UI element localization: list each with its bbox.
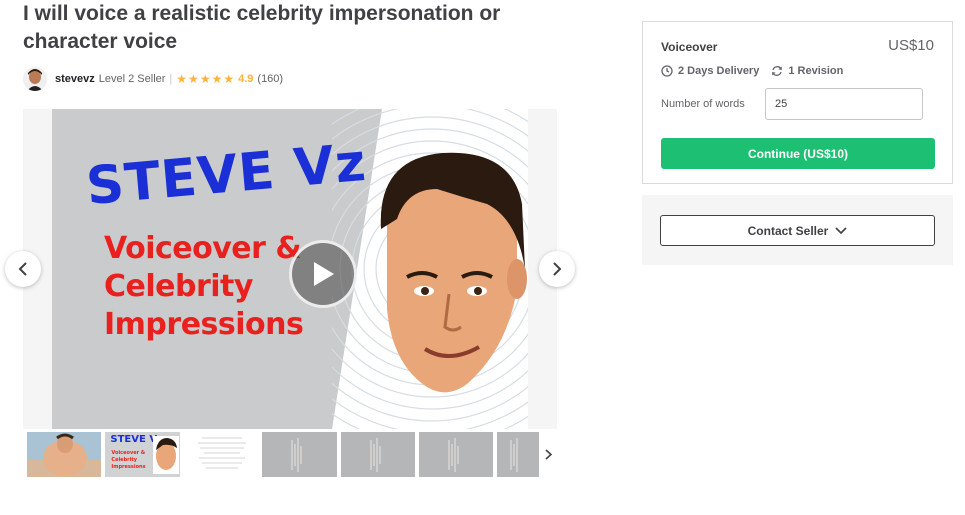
words-label: Number of words — [661, 98, 745, 110]
thumbnail-audio-3[interactable] — [419, 432, 494, 477]
divider: | — [169, 73, 173, 85]
thumbnail-audio-1[interactable] — [262, 432, 337, 477]
thumbnails-next-button[interactable] — [539, 432, 557, 477]
contact-seller-label: Contact Seller — [747, 223, 829, 238]
star-icon: ★ — [188, 72, 199, 86]
thumbnail-audio-2[interactable] — [340, 432, 416, 477]
review-count[interactable]: (160) — [257, 73, 283, 85]
seller-avatar[interactable] — [23, 67, 47, 91]
play-icon — [314, 262, 334, 286]
play-video-button[interactable] — [289, 240, 357, 308]
thumbnail-document[interactable] — [183, 432, 259, 477]
continue-button[interactable]: Continue (US$10) — [661, 138, 935, 169]
gig-gallery: STEVE Vz Voiceover & Celebrity Impressio… — [23, 109, 557, 429]
rating-score: 4.9 — [238, 73, 254, 85]
seller-overview: stevevz Level 2 Seller | ★ ★ ★ ★ ★ 4.9 (… — [23, 66, 283, 92]
package-order-card: Voiceover US$10 2 Days Delivery 1 Revisi… — [642, 21, 953, 184]
gig-title: I will voice a realistic celebrity imper… — [23, 2, 501, 53]
chevron-down-icon — [835, 226, 847, 235]
rating-stars: ★ ★ ★ ★ ★ — [176, 73, 235, 85]
refresh-icon — [771, 65, 783, 77]
chevron-right-icon — [553, 262, 562, 276]
slide-line-celebrity: Celebrity — [104, 269, 253, 304]
package-price: US$10 — [888, 37, 934, 54]
slide-line-impressions: Impressions — [104, 307, 304, 342]
slide-heading: STEVE Vz — [83, 132, 369, 218]
thumb-line-celebrity: Celebrity — [111, 457, 137, 463]
contact-seller-button[interactable]: Contact Seller — [660, 215, 935, 246]
gallery-slide[interactable]: STEVE Vz Voiceover & Celebrity Impressio… — [52, 109, 528, 429]
gallery-thumbnails: STEVE Vz Voiceover & Celebrity Impressio… — [23, 432, 557, 478]
seller-level: Level 2 Seller — [98, 73, 166, 85]
thumb-line-impressions: Impressions — [111, 464, 146, 470]
number-of-words-input[interactable] — [765, 88, 923, 120]
chevron-right-icon — [544, 449, 552, 460]
contact-seller-section: Contact Seller — [642, 195, 953, 265]
clock-icon — [661, 65, 673, 77]
star-icon: ★ — [199, 72, 211, 86]
chevron-left-icon — [18, 262, 27, 276]
delivery-time: 2 Days Delivery — [678, 65, 760, 77]
star-icon: ★ — [176, 72, 188, 86]
star-icon: ★ — [211, 72, 223, 86]
thumb-line-voiceover: Voiceover & — [111, 450, 146, 456]
thumb-face — [153, 436, 180, 474]
gallery-next-button[interactable] — [539, 251, 575, 287]
gallery-prev-button[interactable] — [5, 251, 41, 287]
package-meta: 2 Days Delivery 1 Revision — [661, 65, 843, 77]
revision-count: 1 Revision — [788, 65, 844, 77]
thumbnail-photo[interactable] — [27, 432, 102, 477]
slide-line-voiceover: Voiceover & — [104, 231, 302, 266]
caricature-face-illustration — [380, 152, 527, 393]
thumbnail-audio-4[interactable] — [497, 432, 540, 477]
thumbnail-title-card[interactable]: STEVE Vz Voiceover & Celebrity Impressio… — [105, 432, 180, 477]
star-icon: ★ — [223, 72, 235, 86]
seller-name-link[interactable]: stevevz — [55, 73, 95, 85]
package-name: Voiceover — [661, 40, 718, 54]
